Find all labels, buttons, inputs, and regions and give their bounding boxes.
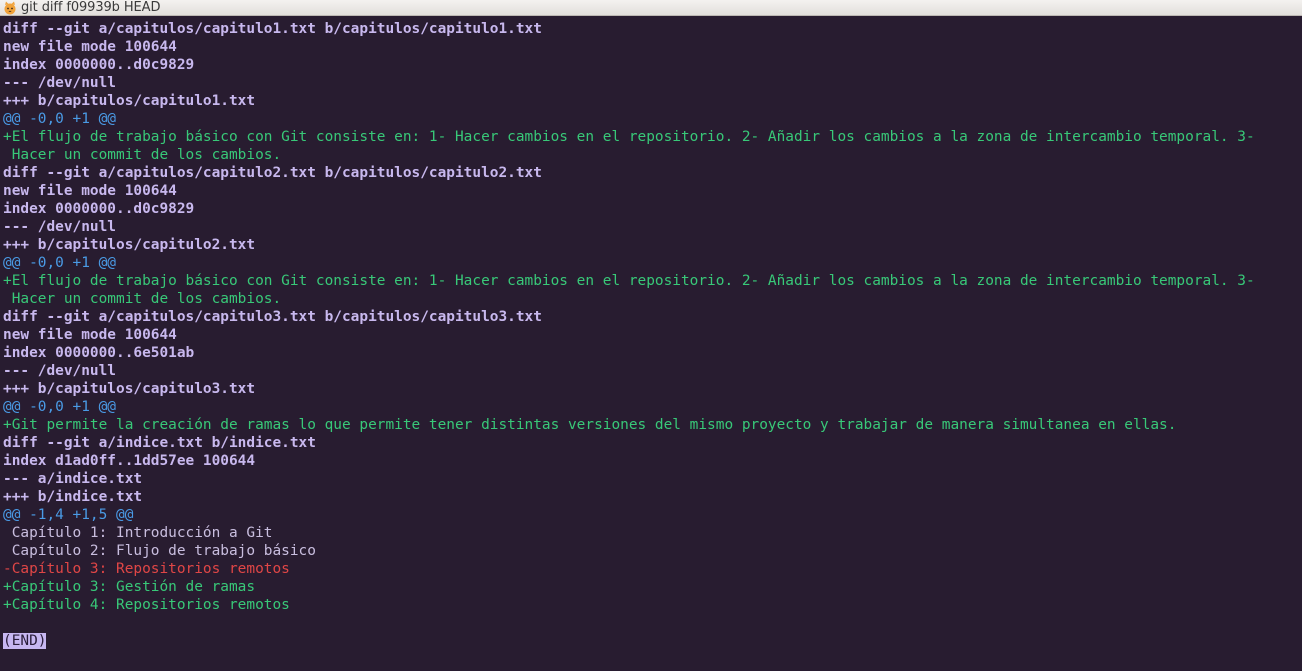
- diff-header-line: new file mode 100644: [3, 183, 177, 199]
- diff-header-line: --- /dev/null: [3, 75, 116, 91]
- added-line: +Capítulo 4: Repositorios remotos: [3, 597, 290, 613]
- context-line: Capítulo 2: Flujo de trabajo básico: [3, 543, 316, 559]
- terminal-window: git diff f09939b HEAD diff --git a/capit…: [0, 0, 1302, 671]
- added-line: +El flujo de trabajo básico con Git cons…: [3, 273, 1255, 289]
- diff-header-line: --- /dev/null: [3, 363, 116, 379]
- added-line: +Git permite la creación de ramas lo que…: [3, 417, 1177, 433]
- window-title: git diff f09939b HEAD: [21, 0, 161, 15]
- hunk-header-line: @@ -0,0 +1 @@: [3, 111, 116, 127]
- diff-header-line: +++ b/capitulos/capitulo2.txt: [3, 237, 256, 253]
- added-line: Hacer un commit de los cambios.: [3, 147, 282, 163]
- diff-header-line: diff --git a/capitulos/capitulo2.txt b/c…: [3, 165, 542, 181]
- diff-header-line: diff --git a/capitulos/capitulo1.txt b/c…: [3, 21, 542, 37]
- hunk-header-line: @@ -0,0 +1 @@: [3, 255, 116, 271]
- diff-header-line: +++ b/indice.txt: [3, 489, 143, 505]
- hunk-header-line: @@ -1,4 +1,5 @@: [3, 507, 134, 523]
- added-line: +El flujo de trabajo básico con Git cons…: [3, 129, 1255, 145]
- diff-header-line: --- a/indice.txt: [3, 471, 143, 487]
- diff-header-line: new file mode 100644: [3, 327, 177, 343]
- diff-header-line: index d1ad0ff..1dd57ee 100644: [3, 453, 256, 469]
- added-line: Hacer un commit de los cambios.: [3, 291, 282, 307]
- diff-header-line: index 0000000..d0c9829: [3, 201, 195, 217]
- hunk-header-line: @@ -0,0 +1 @@: [3, 399, 116, 415]
- diff-header-line: index 0000000..6e501ab: [3, 345, 195, 361]
- diff-header-line: index 0000000..d0c9829: [3, 57, 195, 73]
- terminal-cat-icon: [3, 1, 17, 15]
- title-bar: git diff f09939b HEAD: [0, 0, 1302, 16]
- pager-prompt-line: (END): [3, 632, 1302, 650]
- added-line: +Capítulo 3: Gestión de ramas: [3, 579, 256, 595]
- diff-header-line: diff --git a/indice.txt b/indice.txt: [3, 435, 316, 451]
- context-line: Capítulo 1: Introducción a Git: [3, 525, 273, 541]
- pager-end-indicator: (END): [3, 633, 47, 649]
- diff-header-line: +++ b/capitulos/capitulo1.txt: [3, 93, 256, 109]
- removed-line: -Capítulo 3: Repositorios remotos: [3, 561, 290, 577]
- diff-header-line: new file mode 100644: [3, 39, 177, 55]
- diff-header-line: --- /dev/null: [3, 219, 116, 235]
- diff-output[interactable]: diff --git a/capitulos/capitulo1.txt b/c…: [3, 20, 1302, 650]
- diff-header-line: +++ b/capitulos/capitulo3.txt: [3, 381, 256, 397]
- diff-header-line: diff --git a/capitulos/capitulo3.txt b/c…: [3, 309, 542, 325]
